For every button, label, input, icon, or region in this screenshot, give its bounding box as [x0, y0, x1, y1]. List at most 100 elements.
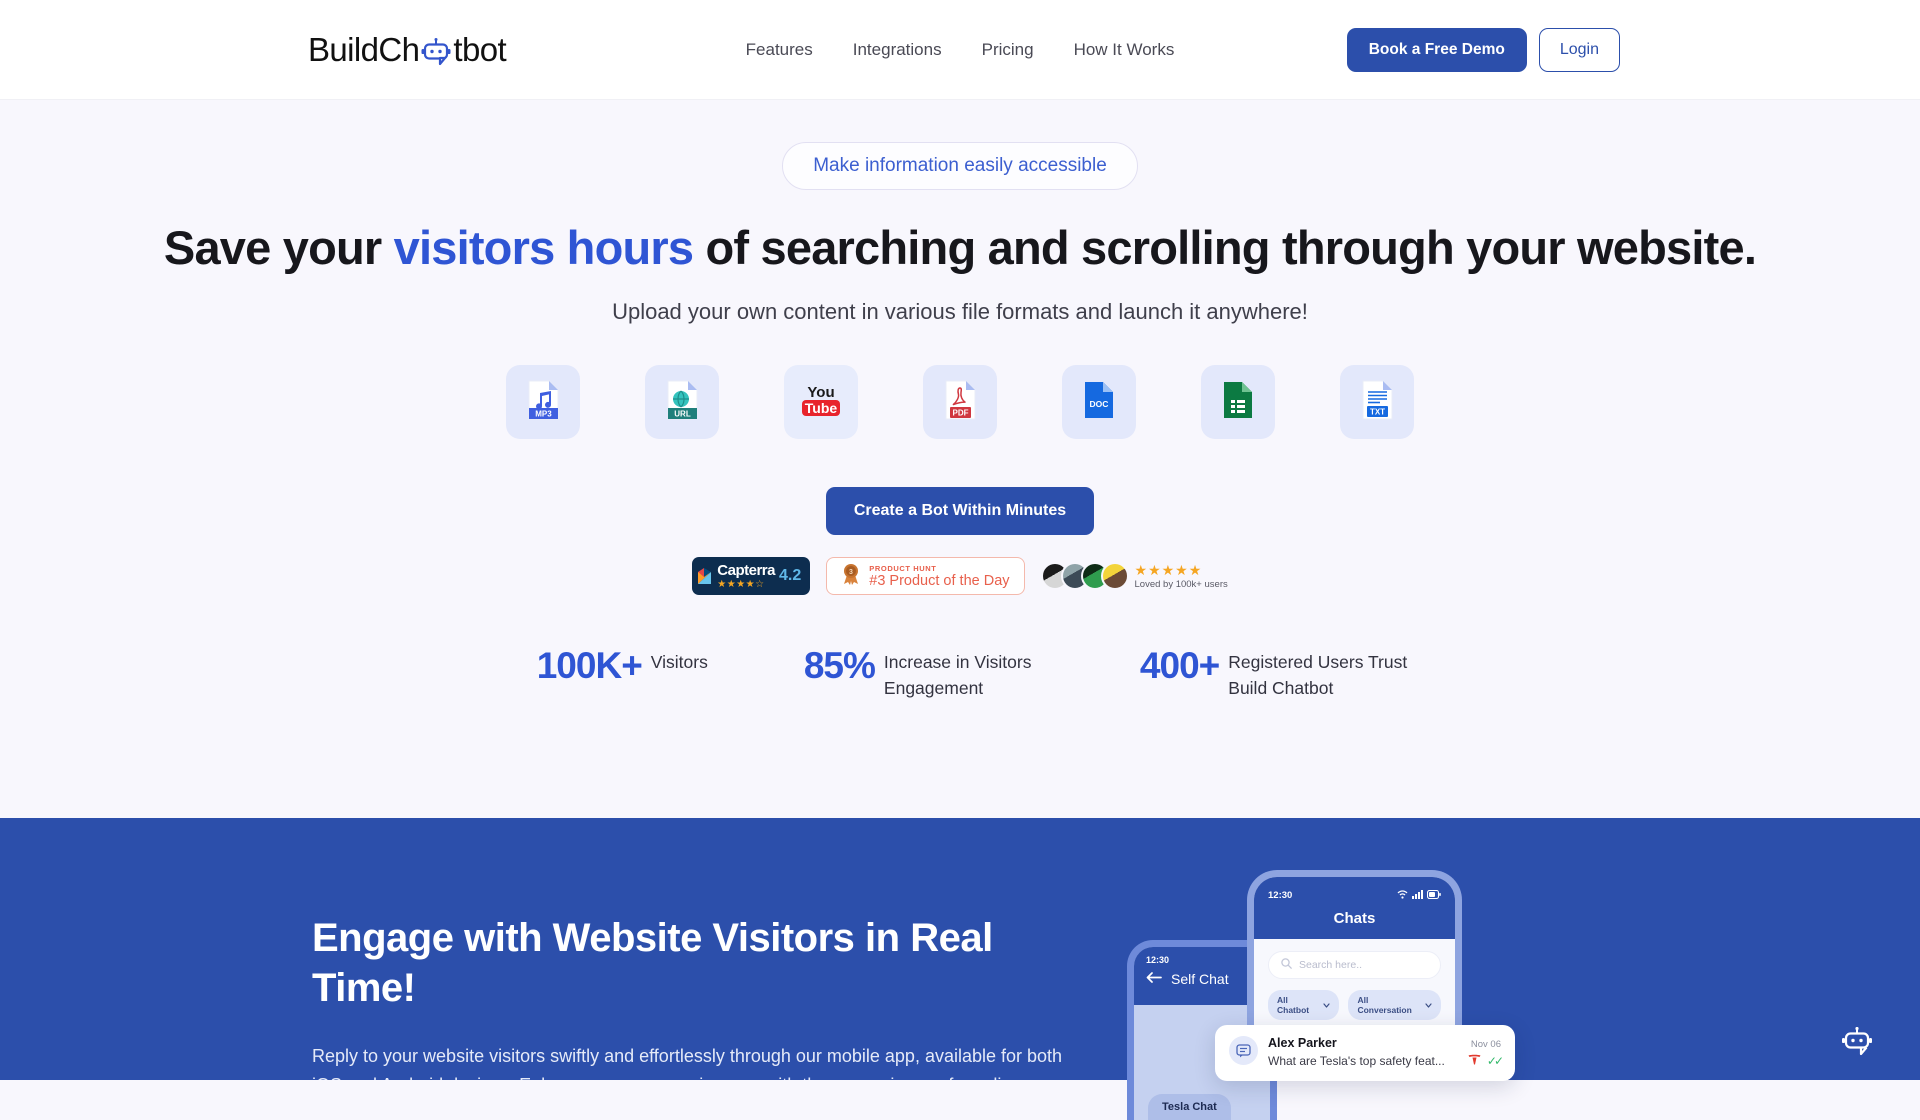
loved-by-users: ★★★★★ Loved by 100k+ users [1135, 563, 1228, 590]
search-icon [1281, 958, 1292, 972]
login-button[interactable]: Login [1539, 28, 1620, 72]
youtube-icon: You Tube [798, 380, 844, 425]
chat-preview-message: What are Tesla's top safety feat... [1268, 1054, 1445, 1068]
url-file-icon: URL [665, 380, 699, 425]
capterra-stars: ★★★★☆ [717, 580, 775, 590]
stat-registered-users: 400+ Registered Users Trust Build Chatbo… [1140, 647, 1443, 701]
nav-item-integrations[interactable]: Integrations [849, 34, 946, 66]
pdf-file-icon: PDF [943, 380, 977, 425]
chat-widget-launcher[interactable] [1836, 1026, 1878, 1062]
stat-visitors: 100K+ Visitors [537, 647, 708, 701]
hero-subtitle: Upload your own content in various file … [0, 299, 1920, 325]
search-placeholder: Search here.. [1299, 959, 1362, 971]
rating-stars: ★★★★★ [1135, 563, 1228, 577]
headline-highlight: visitors hours [394, 221, 694, 274]
capterra-logo-icon [698, 566, 713, 586]
file-type-doc[interactable]: DOC [1062, 365, 1136, 439]
product-hunt-label: PRODUCT HUNT [869, 564, 1009, 573]
mp3-file-icon: MP3 [526, 380, 560, 425]
medal-icon: 3 [841, 563, 861, 590]
chip-label: All Chatbot [1277, 995, 1319, 1015]
stat-number: 85% [804, 647, 875, 684]
status-time: 12:30 [1146, 955, 1258, 965]
filter-chip-all-chatbot[interactable]: All Chatbot [1268, 990, 1339, 1020]
filter-chip-all-conversation[interactable]: All Conversation [1348, 990, 1441, 1020]
engage-copy: Engage with Website Visitors in Real Tim… [312, 913, 1072, 1080]
robot-icon [420, 38, 452, 66]
svg-text:TXT: TXT [1370, 407, 1385, 416]
hero-badge-pill: Make information easily accessible [782, 142, 1138, 190]
nav-actions: Book a Free Demo Login [1347, 28, 1620, 72]
search-input[interactable]: Search here.. [1268, 951, 1441, 979]
stat-label: Visitors [651, 647, 708, 675]
stat-engagement: 85% Increase in Visitors Engagement [804, 647, 1044, 701]
tesla-chat-chip[interactable]: Tesla Chat [1148, 1094, 1231, 1120]
brand-name-prefix: BuildCh [308, 31, 419, 69]
phone-front-header: 12:30 Chats [1254, 877, 1455, 939]
chat-contact-name: Alex Parker [1268, 1036, 1337, 1050]
battery-icon [1427, 886, 1441, 904]
top-navbar: BuildCh tbot Features Integrations Prici… [0, 0, 1920, 100]
status-icons [1397, 886, 1441, 904]
file-type-youtube[interactable]: You Tube [784, 365, 858, 439]
capterra-badge[interactable]: Capterra ★★★★☆ 4.2 [692, 557, 810, 595]
chat-date: Nov 06 [1471, 1039, 1501, 1050]
phone-back-title: Self Chat [1171, 971, 1229, 987]
file-type-txt[interactable]: TXT [1340, 365, 1414, 439]
svg-text:You: You [807, 384, 834, 401]
cta-container: Create a Bot Within Minutes [0, 487, 1920, 535]
wifi-icon [1397, 886, 1408, 904]
svg-text:DOC: DOC [1090, 399, 1109, 409]
supported-file-types: MP3 URL You Tube [0, 365, 1920, 439]
file-type-pdf[interactable]: PDF [923, 365, 997, 439]
nav-item-pricing[interactable]: Pricing [978, 34, 1038, 66]
product-hunt-badge[interactable]: 3 PRODUCT HUNT #3 Product of the Day [826, 557, 1024, 595]
create-bot-button[interactable]: Create a Bot Within Minutes [826, 487, 1094, 535]
page-title: Save your visitors hours of searching an… [0, 220, 1920, 275]
status-time: 12:30 [1268, 890, 1292, 901]
file-type-url[interactable]: URL [645, 365, 719, 439]
brand-logo[interactable]: BuildCh tbot [308, 31, 506, 69]
stat-number: 400+ [1140, 647, 1219, 684]
book-demo-button[interactable]: Book a Free Demo [1347, 28, 1527, 72]
loved-by-text: Loved by 100k+ users [1135, 579, 1228, 590]
robot-chat-icon [1840, 1027, 1874, 1062]
nav-item-features[interactable]: Features [742, 34, 817, 66]
chat-bubble-icon [1229, 1036, 1258, 1065]
chevron-down-icon [1323, 1000, 1330, 1010]
capterra-half-star: ☆ [755, 579, 764, 590]
stat-number: 100K+ [537, 647, 642, 684]
primary-navigation: Features Integrations Pricing How It Wor… [742, 34, 1179, 66]
avatar-group [1041, 562, 1129, 590]
engage-title: Engage with Website Visitors in Real Tim… [312, 913, 1072, 1014]
chevron-down-icon [1425, 1000, 1432, 1010]
signal-icon [1412, 886, 1423, 904]
headline-part-2: of searching and scrolling through your … [693, 221, 1756, 274]
brand-name-suffix: tbot [453, 31, 506, 69]
svg-text:PDF: PDF [953, 408, 969, 417]
svg-text:URL: URL [674, 409, 691, 418]
phone-status-bar: 12:30 [1268, 886, 1441, 904]
stats-row: 100K+ Visitors 85% Increase in Visitors … [0, 647, 1920, 701]
nav-item-how-it-works[interactable]: How It Works [1070, 34, 1179, 66]
chat-status: ✓✓ [1468, 1052, 1501, 1070]
svg-text:MP3: MP3 [535, 409, 552, 418]
stat-label: Registered Users Trust Build Chatbot [1228, 647, 1443, 701]
file-type-spreadsheet[interactable] [1201, 365, 1275, 439]
spreadsheet-file-icon [1222, 380, 1254, 425]
hero-section: Make information easily accessible Save … [0, 100, 1920, 701]
read-receipt-icon: ✓✓ [1487, 1054, 1501, 1068]
avatar [1101, 562, 1129, 590]
users-social-proof: ★★★★★ Loved by 100k+ users [1041, 562, 1228, 590]
chat-list-item[interactable]: Alex Parker Nov 06 What are Tesla's top … [1215, 1025, 1515, 1081]
chip-label: All Conversation [1357, 995, 1421, 1015]
svg-text:3: 3 [849, 569, 853, 576]
capterra-label: Capterra [717, 563, 775, 578]
txt-file-icon: TXT [1360, 380, 1394, 425]
social-proof-badges: Capterra ★★★★☆ 4.2 3 PRODUCT HUNT #3 Pr [0, 557, 1920, 595]
engage-body: Reply to your website visitors swiftly a… [312, 1042, 1072, 1080]
arrow-left-icon[interactable] [1146, 970, 1162, 988]
file-type-mp3[interactable]: MP3 [506, 365, 580, 439]
brand-logo-text: BuildCh tbot [308, 31, 506, 69]
tesla-logo-icon [1468, 1052, 1481, 1070]
